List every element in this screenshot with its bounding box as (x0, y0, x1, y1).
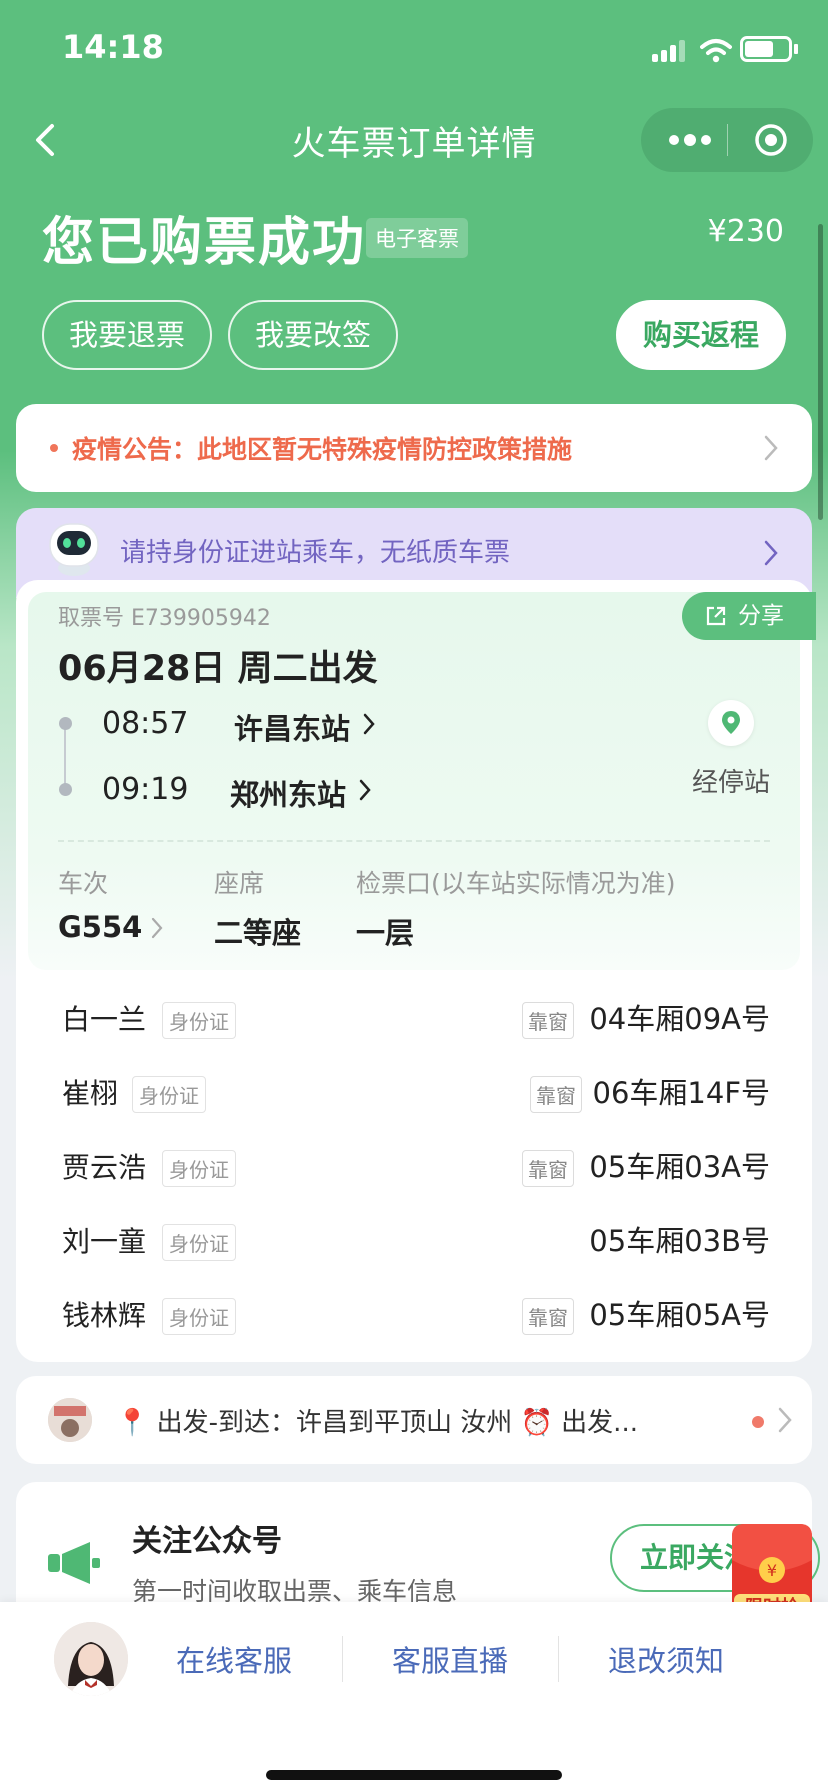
gate-value: 一层 (356, 916, 415, 950)
seat-class: 二等座 (214, 916, 302, 950)
passenger-name: 崔栩 (62, 1077, 119, 1110)
passenger-row: 崔栩 身份证 靠窗 06车厢14F号 (62, 1070, 770, 1120)
window-seat-tag: 靠窗 (530, 1076, 582, 1113)
chevron-right-icon (778, 1407, 792, 1433)
window-seat-tag: 靠窗 (522, 1150, 574, 1187)
chevron-right-icon (359, 779, 371, 801)
bottom-divider (558, 1636, 559, 1682)
more-icon[interactable] (665, 128, 715, 152)
departure-station[interactable]: 许昌东站 (234, 706, 350, 748)
seat-number: 06车厢14F号 (592, 1076, 770, 1110)
ad-avatar (48, 1398, 92, 1442)
chevron-right-icon (363, 713, 375, 735)
id-type-badge: 身份证 (162, 1224, 236, 1261)
purchase-success-title: 您已购票成功 (42, 213, 367, 273)
gate-label: 检票口(以车站实际情况为准) (356, 869, 676, 898)
buy-return-button[interactable]: 购买返程 (616, 300, 786, 370)
id-card-notice-text: 请持身份证进站乘车，无纸质车票 (120, 538, 511, 568)
signal-icon (652, 40, 686, 62)
chevron-right-icon (764, 435, 778, 461)
chevron-right-icon (764, 540, 778, 566)
share-icon (706, 606, 726, 626)
battery-cap (794, 44, 798, 54)
route-ad-row[interactable]: 📍 出发-到达：许昌到平顶山 汝州 ⏰ 出发... (16, 1376, 812, 1464)
bottom-divider (342, 1636, 343, 1682)
window-seat-tag: 靠窗 (522, 1002, 574, 1039)
id-type-badge: 身份证 (162, 1298, 236, 1335)
share-label: 分享 (738, 603, 784, 629)
notice-text: 疫情公告：此地区暂无特殊疫情防控政策措施 (72, 435, 573, 464)
seat-number: 04车厢09A号 (589, 1002, 770, 1036)
wifi-icon (700, 39, 732, 63)
id-type-badge: 身份证 (162, 1150, 236, 1187)
stops-pin-icon[interactable] (708, 700, 754, 746)
svg-text:¥: ¥ (767, 1561, 777, 1580)
notice-dot (50, 444, 58, 452)
route-line (64, 724, 66, 788)
eticket-badge: 电子客票 (366, 218, 468, 258)
pickup-number: 取票号 E739905942 (58, 606, 271, 631)
status-time: 14:18 (62, 28, 164, 66)
share-button[interactable]: 分享 (682, 592, 816, 640)
seat-number: 05车厢03B号 (589, 1224, 770, 1258)
bottom-bar: 在线客服 客服直播 退改须知 (0, 1602, 828, 1792)
train-number[interactable]: G554 (58, 910, 142, 944)
close-target-icon[interactable] (753, 122, 789, 158)
home-indicator (266, 1770, 562, 1780)
chevron-right-icon (151, 917, 163, 939)
ad-text: 📍 出发-到达：许昌到平顶山 汝州 ⏰ 出发... (116, 1408, 638, 1438)
id-type-badge: 身份证 (132, 1076, 206, 1113)
departure-dot (59, 717, 72, 730)
departure-time: 08:57 (102, 706, 189, 741)
battery-icon (740, 36, 792, 62)
passenger-name: 刘一童 (62, 1225, 147, 1258)
change-ticket-button[interactable]: 我要改签 (228, 300, 398, 370)
order-price: ¥230 (707, 214, 784, 249)
passenger-row: 白一兰 身份证 靠窗 04车厢09A号 (62, 996, 770, 1046)
follow-title: 关注公众号 (132, 1524, 282, 1559)
scrollbar[interactable] (818, 224, 823, 520)
online-service-link[interactable]: 在线客服 (176, 1638, 292, 1680)
service-live-link[interactable]: 客服直播 (392, 1638, 508, 1680)
passenger-row: 贾云浩 身份证 靠窗 05车厢03A号 (62, 1144, 770, 1194)
departure-date: 06月28日 周二出发 (58, 649, 378, 689)
capsule-divider (727, 124, 728, 156)
robot-icon (49, 523, 99, 576)
epidemic-notice[interactable]: 疫情公告：此地区暂无特殊疫情防控政策措施 (16, 404, 812, 492)
refund-policy-link[interactable]: 退改须知 (608, 1638, 724, 1680)
window-seat-tag: 靠窗 (522, 1298, 574, 1335)
megaphone-icon (48, 1542, 100, 1584)
arrival-station[interactable]: 郑州东站 (230, 772, 346, 814)
seat-number: 05车厢03A号 (589, 1150, 770, 1184)
seat-number: 05车厢05A号 (589, 1298, 770, 1332)
refund-button[interactable]: 我要退票 (42, 300, 212, 370)
mini-program-capsule (641, 108, 813, 172)
train-number-label: 车次 (58, 869, 109, 898)
passenger-name: 钱林辉 (62, 1299, 147, 1332)
passenger-name: 贾云浩 (62, 1151, 147, 1184)
passenger-name: 白一兰 (62, 1003, 147, 1036)
unread-dot (752, 1416, 764, 1428)
passenger-row: 钱林辉 身份证 靠窗 05车厢05A号 (62, 1292, 770, 1342)
agent-avatar[interactable] (54, 1622, 128, 1696)
passenger-row: 刘一童 身份证 05车厢03B号 (62, 1218, 770, 1268)
arrival-time: 09:19 (102, 772, 189, 807)
id-type-badge: 身份证 (162, 1002, 236, 1039)
status-bar: 14:18 (0, 0, 828, 100)
seat-class-label: 座席 (214, 869, 265, 898)
arrival-dot (59, 783, 72, 796)
stops-label[interactable]: 经停站 (692, 762, 770, 799)
ticket-divider (58, 840, 770, 842)
